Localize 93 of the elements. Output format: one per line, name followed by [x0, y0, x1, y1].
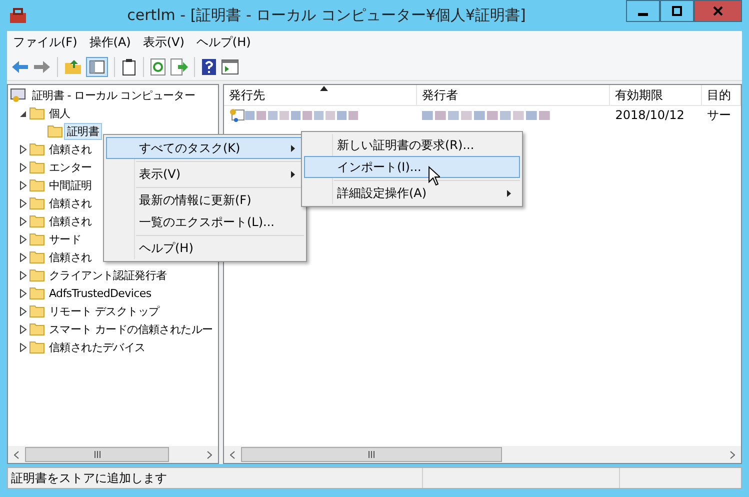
certificate-icon [229, 107, 245, 123]
scroll-right-icon[interactable] [207, 450, 212, 458]
tree-item[interactable]: 個人 [46, 104, 74, 122]
help-icon[interactable] [201, 58, 217, 76]
tree-item[interactable]: 信頼されたデバイス [46, 338, 148, 356]
tree-item[interactable]: サード [46, 230, 84, 248]
horizontal-scrollbar[interactable] [224, 445, 741, 463]
tree-item[interactable]: 中間証明 [46, 176, 95, 194]
menu-item[interactable]: すべてのタスク(K) [106, 137, 304, 159]
folder-icon [29, 322, 45, 336]
scroll-right-icon[interactable] [730, 450, 735, 458]
close-icon [713, 6, 723, 16]
menu-item[interactable]: ヘルプ(H) [106, 237, 304, 259]
export-icon[interactable] [170, 58, 188, 76]
back-arrow-icon[interactable] [11, 59, 29, 75]
collapsed-arrow-icon[interactable] [20, 288, 26, 298]
menu-bar-item[interactable]: ヘルプ(H) [190, 32, 257, 53]
table-cell-text: 2018/10/12 [614, 108, 686, 122]
computer-certificate-icon [10, 87, 28, 103]
tree-item[interactable]: AdfsTrustedDevices [46, 286, 154, 300]
scroll-left-icon[interactable] [14, 450, 19, 458]
column-header[interactable]: 有効期限 [610, 85, 702, 105]
tree-item[interactable]: 信頼され [46, 212, 95, 230]
pane-toggle-icon[interactable] [86, 57, 108, 77]
folder-icon [29, 106, 45, 120]
column-header[interactable]: 発行先 [224, 85, 418, 105]
grip-icon [368, 451, 375, 458]
collapsed-arrow-icon[interactable] [20, 198, 26, 208]
menu-bar-item[interactable]: ファイル(F) [7, 32, 84, 53]
tree-item[interactable]: 信頼され [46, 140, 95, 158]
tree-item[interactable]: リモート デスクトップ [46, 302, 162, 320]
sort-arrow-icon [320, 86, 328, 91]
menu-item[interactable]: 表示(V) [106, 163, 304, 185]
submenu-arrow-icon [507, 190, 511, 196]
close-button[interactable] [694, 0, 742, 22]
tree-item[interactable]: 信頼され [46, 248, 95, 266]
column-header[interactable]: 目的 [702, 85, 741, 105]
status-text: 証明書をストアに追加します [8, 468, 423, 488]
collapsed-arrow-icon[interactable] [20, 144, 26, 154]
folder-icon [29, 250, 45, 264]
tree-item[interactable]: 証明書 [64, 122, 102, 140]
menu-item[interactable]: 詳細設定操作(A) [304, 182, 520, 204]
refresh-icon[interactable] [150, 58, 166, 76]
collapsed-arrow-icon[interactable] [20, 324, 26, 334]
folder-icon [29, 160, 45, 174]
tree-item[interactable]: 信頼され [46, 194, 95, 212]
column-header[interactable]: 発行者 [417, 85, 610, 105]
folder-icon [29, 304, 45, 318]
collapsed-arrow-icon[interactable] [20, 252, 26, 262]
folder-icon [29, 268, 45, 282]
folder-icon [29, 340, 45, 354]
folder-icon [29, 214, 45, 228]
expanded-arrow-icon[interactable] [20, 108, 26, 118]
forward-arrow-icon[interactable] [33, 59, 51, 75]
menu-item[interactable]: インポート(I)... [304, 156, 520, 178]
mouse-pointer-icon [428, 166, 440, 186]
maximize-button[interactable] [660, 0, 694, 22]
collapsed-arrow-icon[interactable] [20, 162, 26, 172]
action-pane-icon[interactable] [221, 59, 239, 75]
window-title: certlm - [証明書 - ローカル コンピューター¥個人¥証明書] [126, 6, 527, 25]
scroll-left-icon[interactable] [230, 450, 235, 458]
collapsed-arrow-icon[interactable] [20, 306, 26, 316]
collapsed-arrow-icon[interactable] [20, 180, 26, 190]
folder-icon [29, 142, 45, 156]
menu-item[interactable]: 新しい証明書の要求(R)... [304, 134, 520, 156]
folder-icon [29, 178, 45, 192]
folder-icon [29, 232, 45, 246]
submenu-arrow-icon [291, 144, 295, 152]
collapsed-arrow-icon[interactable] [20, 342, 26, 352]
table-cell-text: サー [706, 106, 732, 124]
tree-item[interactable]: 証明書 - ローカル コンピューター [29, 86, 198, 104]
minimize-icon [638, 13, 648, 16]
tree-item[interactable]: エンター [46, 158, 95, 176]
tree-item[interactable]: クライアント認証発行者 [46, 266, 170, 284]
tree-item[interactable]: スマート カードの信頼されたルー [46, 320, 216, 338]
folder-icon [29, 286, 45, 300]
menu-item[interactable]: 最新の情報に更新(F) [106, 189, 304, 211]
collapsed-arrow-icon[interactable] [20, 216, 26, 226]
menu-item[interactable]: 一覧のエクスポート(L)... [106, 211, 304, 233]
folder-icon [29, 196, 45, 210]
folder-icon [47, 124, 63, 138]
menu-bar-item[interactable]: 表示(V) [136, 32, 190, 53]
horizontal-scrollbar[interactable] [8, 445, 218, 463]
minimize-button[interactable] [626, 0, 660, 22]
collapsed-arrow-icon[interactable] [20, 270, 26, 280]
collapsed-arrow-icon[interactable] [20, 234, 26, 244]
clipboard-icon[interactable] [121, 58, 137, 76]
folder-up-icon[interactable] [64, 59, 82, 75]
toolbox-icon [9, 8, 27, 24]
submenu-arrow-icon [291, 170, 295, 178]
grip-icon [94, 451, 101, 458]
maximize-icon [672, 6, 682, 16]
menu-bar-item[interactable]: 操作(A) [83, 32, 137, 53]
